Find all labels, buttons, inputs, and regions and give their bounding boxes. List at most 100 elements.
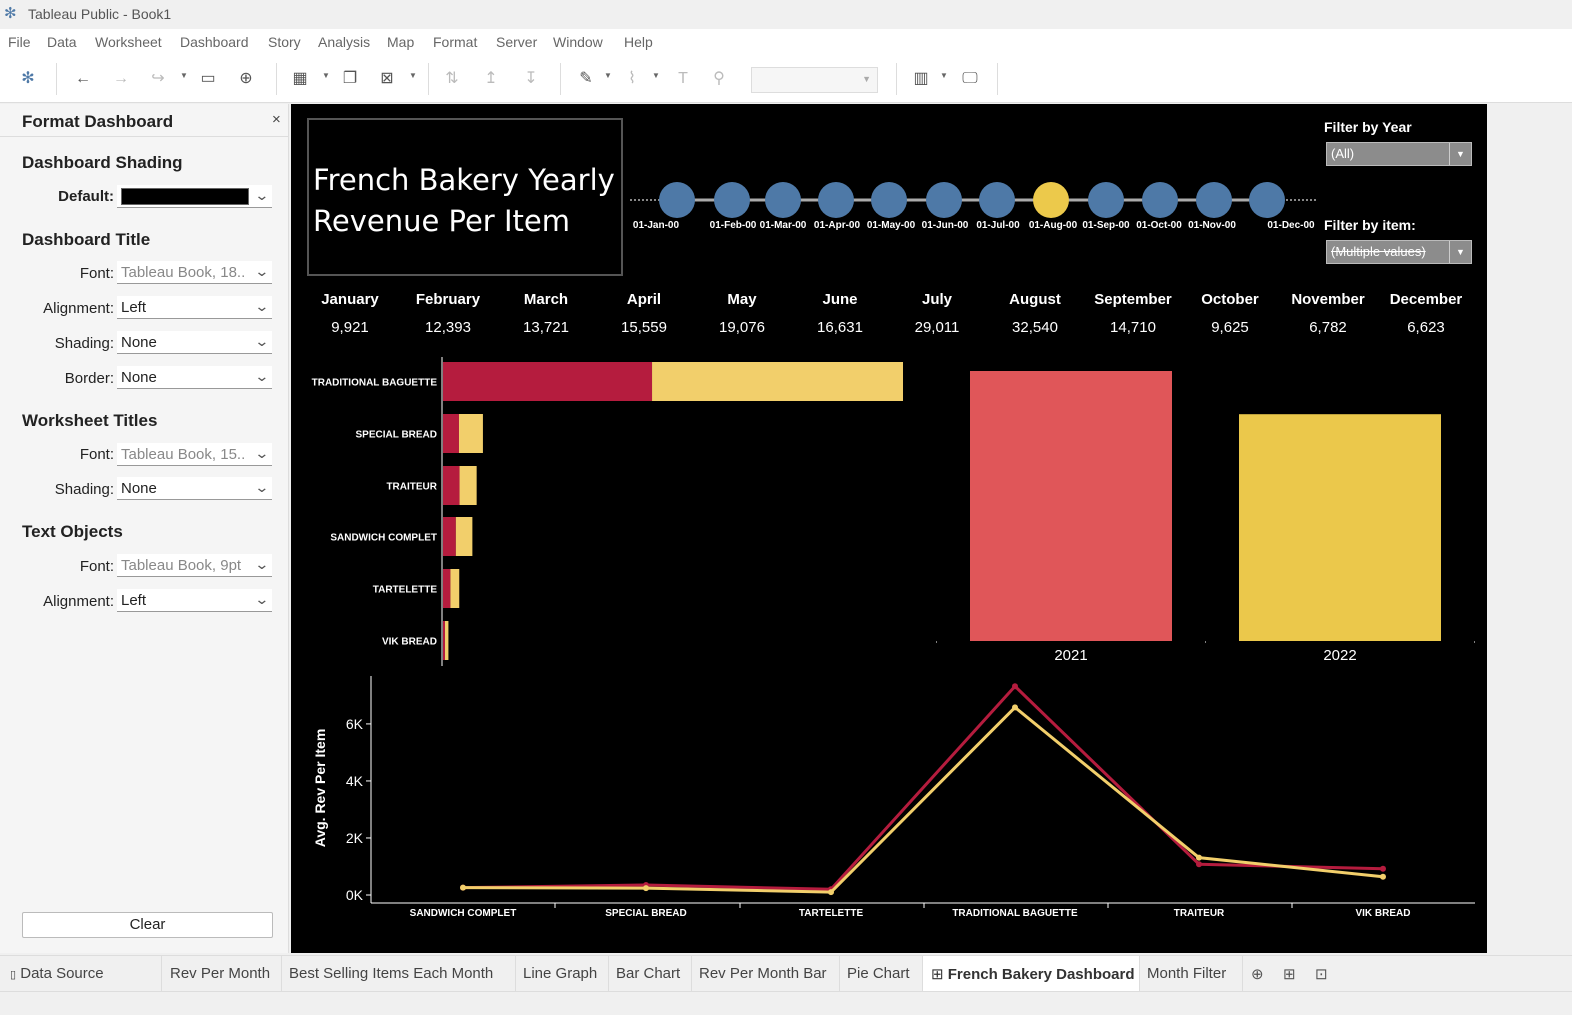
x-tick-label: TRADITIONAL BAGUETTE xyxy=(952,908,1078,919)
menu-window[interactable]: Window xyxy=(553,34,603,50)
presentation-mode-icon[interactable]: 🖵 xyxy=(960,69,980,89)
new-worksheet-icon[interactable]: ⊕ xyxy=(1251,965,1264,983)
worksheet-font-value: Tableau Book, 15.. xyxy=(121,446,246,463)
new-dashboard-icon[interactable]: ⊞ xyxy=(1283,965,1296,983)
data-point xyxy=(828,889,834,896)
panel-title: Format Dashboard xyxy=(22,112,174,131)
new-data-source-icon[interactable]: ⊕ xyxy=(236,69,256,89)
worksheet-font-label: Font: xyxy=(79,446,114,463)
title-shading-dropdown[interactable]: None ⌄ xyxy=(117,331,272,354)
swap-rows-columns-icon[interactable]: ⇅ xyxy=(442,69,462,89)
worksheet-shading-value: None xyxy=(121,480,157,497)
clear-button[interactable]: Clear xyxy=(22,912,273,938)
menu-server[interactable]: Server xyxy=(496,34,537,50)
avg-rev-line-chart: 0K 2K 4K 6K Avg. Rev Per Item SANDWICH COMPLE… xyxy=(312,676,1475,919)
data-point xyxy=(1196,854,1202,861)
sort-descending-icon[interactable]: ↧ xyxy=(521,69,541,89)
fit-select[interactable]: ▼ xyxy=(751,67,878,93)
chevron-down-icon: ⌄ xyxy=(254,591,270,607)
dashboard-icon: ⊞ xyxy=(931,966,944,983)
dashboard-shading-heading: Dashboard Shading xyxy=(22,153,183,172)
menu-format[interactable]: Format xyxy=(433,34,477,50)
highlight-dropdown-icon[interactable]: ▼ xyxy=(604,71,612,80)
replay-dropdown-icon[interactable]: ▼ xyxy=(180,71,188,80)
x-tick-label: TRAITEUR xyxy=(1174,908,1225,919)
menu-data[interactable]: Data xyxy=(47,34,77,50)
title-border-value: None xyxy=(121,369,157,386)
title-font-value: Tableau Book, 18.. xyxy=(121,264,246,281)
y-axis-title: Avg. Rev Per Item xyxy=(312,729,328,848)
tab-month-filter[interactable]: Month Filter xyxy=(1140,956,1243,992)
window-title: Tableau Public - Book1 xyxy=(28,6,172,22)
undo-icon[interactable]: ← xyxy=(73,69,93,89)
y-tick-label: 0K xyxy=(346,887,364,903)
x-tick-label: SPECIAL BREAD xyxy=(605,908,687,919)
menu-help[interactable]: Help xyxy=(624,34,653,50)
menu-map[interactable]: Map xyxy=(387,34,414,50)
tab-rev-per-month[interactable]: Rev Per Month xyxy=(162,956,282,992)
text-font-label: Font: xyxy=(79,558,114,575)
clear-sheet-dropdown-icon[interactable]: ▼ xyxy=(409,71,417,80)
highlight-icon[interactable]: ✎ xyxy=(576,69,596,89)
menu-file[interactable]: File xyxy=(8,34,31,50)
title-border-label: Border: xyxy=(64,370,114,387)
text-alignment-value: Left xyxy=(121,592,147,609)
database-icon: ▯ xyxy=(10,969,17,981)
tab-data-source[interactable]: ▯ Data Source xyxy=(0,956,162,992)
menu-story[interactable]: Story xyxy=(268,34,301,50)
clear-sheet-icon[interactable]: ⊠ xyxy=(377,69,397,89)
redo-icon[interactable]: → xyxy=(111,69,131,89)
toolbar-separator xyxy=(896,63,897,95)
duplicate-sheet-icon[interactable]: ❐ xyxy=(340,69,360,89)
title-font-dropdown[interactable]: Tableau Book, 18.. ⌄ xyxy=(117,261,272,284)
group-dropdown-icon[interactable]: ▼ xyxy=(652,71,660,80)
chevron-down-icon: ⌄ xyxy=(254,445,270,461)
menu-dashboard[interactable]: Dashboard xyxy=(180,34,249,50)
chevron-down-icon: ⌄ xyxy=(254,298,270,314)
dashboard-canvas: French Bakery Yearly Revenue Per Item 01… xyxy=(291,104,1487,953)
title-alignment-dropdown[interactable]: Left ⌄ xyxy=(117,296,272,319)
show-me-icon[interactable]: ▥ xyxy=(911,69,931,89)
tab-line-graph[interactable]: Line Graph xyxy=(516,956,609,992)
new-worksheet-dropdown-icon[interactable]: ▼ xyxy=(322,71,330,80)
toolbar-separator xyxy=(997,63,998,95)
close-icon[interactable]: × xyxy=(272,111,281,128)
save-icon[interactable]: ▭ xyxy=(198,69,218,89)
text-font-value: Tableau Book, 9pt xyxy=(121,557,242,574)
text-font-dropdown[interactable]: Tableau Book, 9pt ⌄ xyxy=(117,554,272,577)
y-tick-label: 4K xyxy=(346,773,364,789)
format-dashboard-panel: Format Dashboard × Dashboard Shading Def… xyxy=(0,104,289,953)
group-members-icon[interactable]: ⌇ xyxy=(622,69,642,89)
title-border-dropdown[interactable]: None ⌄ xyxy=(117,366,272,389)
menu-bar: File Data Worksheet Dashboard Story Anal… xyxy=(0,29,1572,55)
y-tick-label: 6K xyxy=(346,716,364,732)
worksheet-shading-dropdown[interactable]: None ⌄ xyxy=(117,477,272,500)
tableau-home-icon[interactable]: ✻ xyxy=(18,69,38,89)
replay-icon[interactable]: ↪ xyxy=(148,69,168,89)
new-story-icon[interactable]: ⊡ xyxy=(1315,965,1328,983)
toolbar-separator xyxy=(276,63,277,95)
sort-ascending-icon[interactable]: ↥ xyxy=(481,69,501,89)
worksheet-font-dropdown[interactable]: Tableau Book, 15.. ⌄ xyxy=(117,443,272,466)
chevron-down-icon: ⌄ xyxy=(254,333,270,349)
show-mark-labels-icon[interactable]: T xyxy=(673,69,693,89)
panel-divider xyxy=(0,136,289,137)
menu-worksheet[interactable]: Worksheet xyxy=(95,34,162,50)
title-alignment-value: Left xyxy=(121,299,147,316)
x-tick-label: VIK BREAD xyxy=(1355,908,1410,919)
chevron-down-icon: ⌄ xyxy=(254,479,270,495)
tab-best-selling-items[interactable]: Best Selling Items Each Month xyxy=(282,956,516,992)
tab-french-bakery-dashboard[interactable]: ⊞ French Bakery Dashboard xyxy=(923,956,1140,992)
fix-axes-icon[interactable]: ⚲ xyxy=(709,69,729,89)
status-bar xyxy=(0,991,1572,1015)
menu-analysis[interactable]: Analysis xyxy=(318,34,370,50)
tab-bar-chart[interactable]: Bar Chart xyxy=(609,956,692,992)
tab-rev-per-month-bar[interactable]: Rev Per Month Bar xyxy=(692,956,840,992)
new-worksheet-icon[interactable]: ▦ xyxy=(290,69,310,89)
text-objects-heading: Text Objects xyxy=(22,522,123,541)
show-me-dropdown-icon[interactable]: ▼ xyxy=(940,71,948,80)
text-alignment-dropdown[interactable]: Left ⌄ xyxy=(117,589,272,612)
data-point xyxy=(1196,861,1202,868)
toolbar-separator xyxy=(560,63,561,95)
tab-pie-chart[interactable]: Pie Chart xyxy=(840,956,923,992)
